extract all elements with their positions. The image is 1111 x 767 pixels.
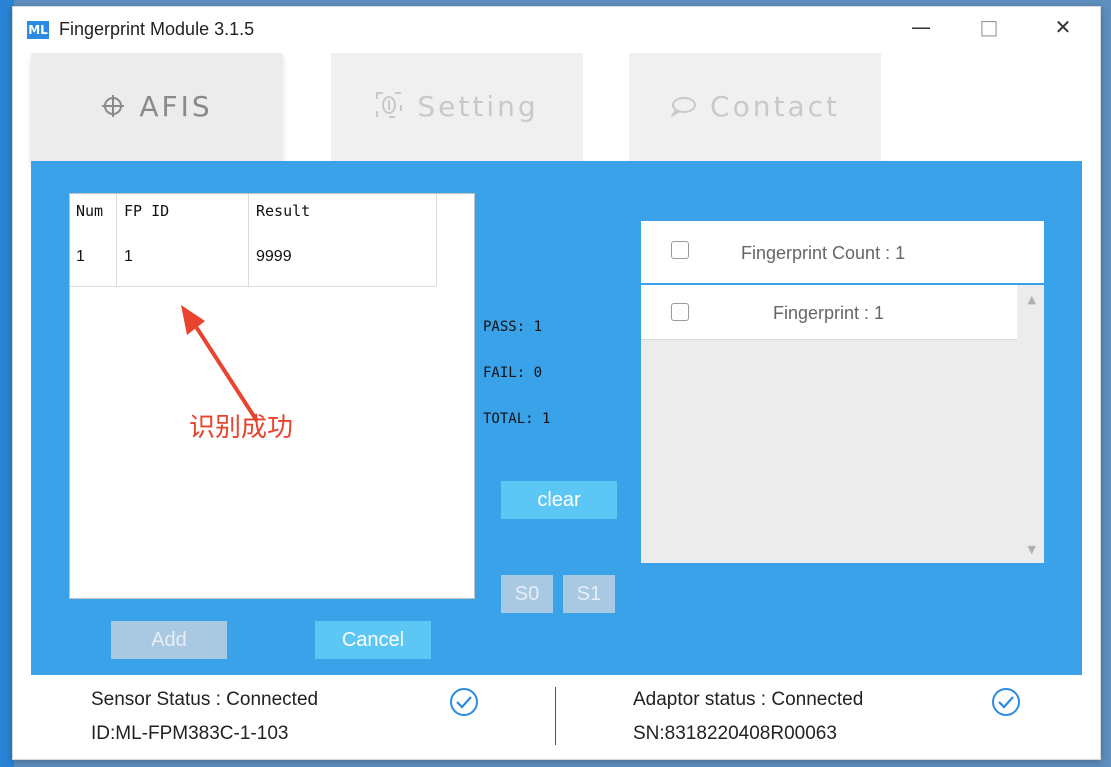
app-logo-icon: ML (27, 21, 49, 39)
fingerprint-list[interactable]: Fingerprint : 1 ▲ ▼ (641, 285, 1044, 563)
scroll-up-icon[interactable]: ▲ (1028, 293, 1036, 306)
tab-setting-label: Setting (417, 90, 539, 123)
adaptor-sn: SN:8318220408R00063 (633, 723, 837, 744)
fingerprint-icon (375, 91, 403, 126)
column-header-num: Num (76, 202, 104, 220)
app-window: ML Fingerprint Module 3.1.5 — □ ✕ AFIS S… (12, 6, 1101, 760)
column-header-fp-id: FP ID (124, 202, 170, 220)
window-title: Fingerprint Module 3.1.5 (59, 19, 255, 39)
crosshair-icon (101, 92, 125, 125)
title-bar: ML Fingerprint Module 3.1.5 — □ ✕ (13, 7, 1100, 53)
adaptor-connected-check-icon (992, 688, 1020, 716)
cell-fp-id: 1 (124, 248, 133, 265)
column-divider (116, 194, 117, 286)
total-count: TOTAL: 1 (483, 411, 551, 427)
close-button[interactable]: ✕ (1043, 15, 1083, 45)
adaptor-status: Adaptor status : Connected (633, 689, 864, 710)
row-divider (70, 286, 436, 287)
minimize-button[interactable]: — (901, 15, 941, 45)
afis-panel: Num FP ID Result 1 1 9999 识别成功 PASS: 1 F… (31, 161, 1082, 675)
maximize-button[interactable]: □ (969, 15, 1009, 45)
annotation-text: 识别成功 (189, 413, 294, 443)
list-item[interactable]: Fingerprint : 1 (641, 285, 1017, 340)
column-header-result: Result (256, 202, 311, 220)
status-divider (555, 687, 556, 745)
tab-afis-label: AFIS (139, 90, 213, 123)
fingerprint-count-label: Fingerprint Count : 1 (741, 243, 906, 263)
sensor-connected-check-icon (450, 688, 478, 716)
tab-setting[interactable]: Setting (331, 53, 583, 161)
add-button[interactable]: Add (111, 621, 227, 659)
tab-contact-label: Contact (710, 90, 840, 123)
pass-count: PASS: 1 (483, 319, 543, 335)
column-divider (248, 194, 249, 286)
s1-button[interactable]: S1 (563, 575, 615, 613)
s0-button[interactable]: S0 (501, 575, 553, 613)
fingerprint-label: Fingerprint : 1 (773, 303, 885, 323)
cancel-button[interactable]: Cancel (315, 621, 431, 659)
status-bar: Sensor Status : Connected ID:ML-FPM383C-… (13, 677, 1100, 759)
fail-count: FAIL: 0 (483, 365, 543, 381)
cell-result: 9999 (256, 248, 292, 265)
tab-contact[interactable]: Contact (629, 53, 881, 161)
select-all-checkbox[interactable] (671, 241, 689, 259)
sensor-status: Sensor Status : Connected (91, 689, 319, 710)
fingerprint-list-header: Fingerprint Count : 1 (641, 221, 1044, 283)
chat-bubble-icon (670, 92, 697, 125)
fingerprint-checkbox[interactable] (671, 303, 689, 321)
sensor-id: ID:ML-FPM383C-1-103 (91, 723, 289, 744)
tab-afis[interactable]: AFIS (31, 53, 283, 161)
clear-button[interactable]: clear (501, 481, 617, 519)
column-divider (436, 194, 437, 286)
scroll-down-icon[interactable]: ▼ (1028, 543, 1036, 556)
cell-num: 1 (76, 248, 85, 265)
